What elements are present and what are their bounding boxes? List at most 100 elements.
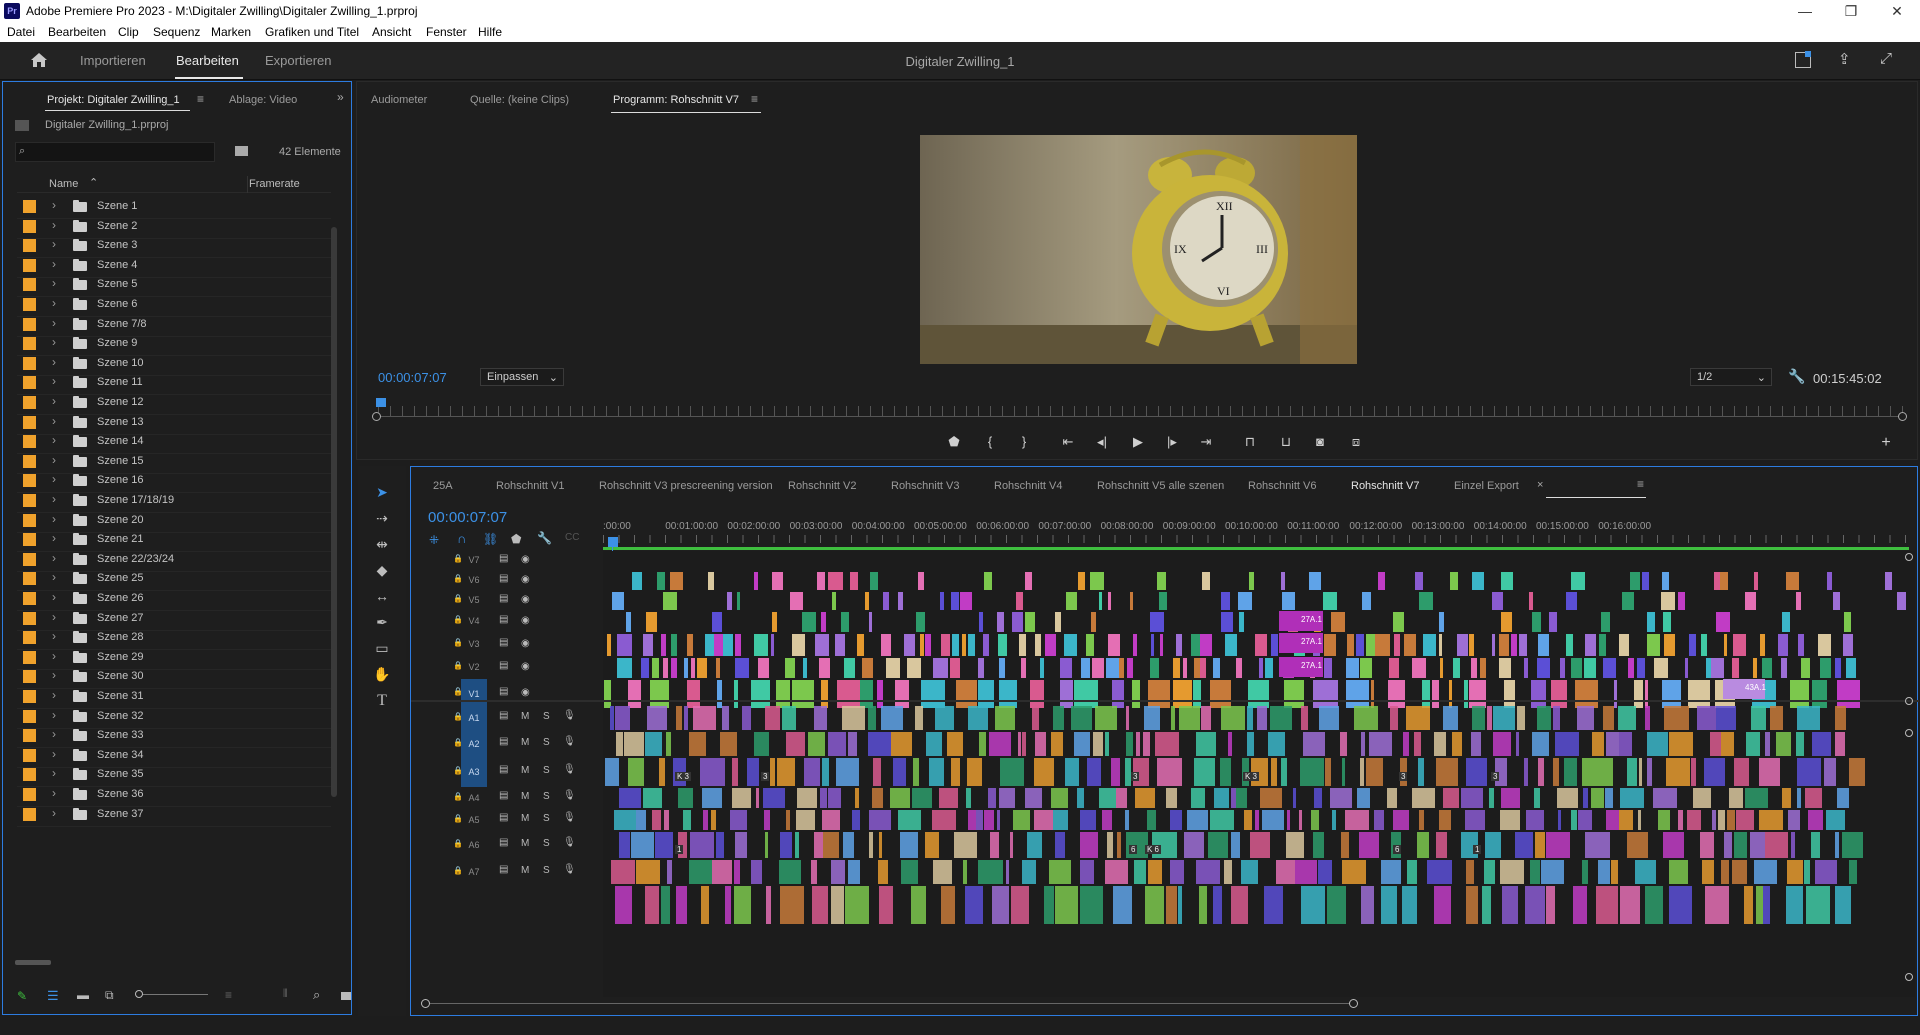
clip[interactable] bbox=[1178, 706, 1201, 730]
clip[interactable] bbox=[649, 680, 669, 708]
clip[interactable] bbox=[1701, 860, 1714, 884]
clip[interactable] bbox=[1536, 706, 1551, 730]
clip[interactable] bbox=[813, 706, 827, 730]
clip[interactable] bbox=[701, 886, 709, 924]
clip[interactable] bbox=[1438, 634, 1442, 656]
label-color-swatch[interactable] bbox=[23, 670, 36, 684]
clip[interactable] bbox=[1236, 788, 1248, 808]
chevron-right-icon[interactable]: › bbox=[52, 610, 56, 624]
clip[interactable] bbox=[1464, 810, 1486, 830]
clip[interactable] bbox=[932, 810, 956, 830]
clip[interactable] bbox=[1231, 788, 1236, 808]
clip[interactable] bbox=[1034, 758, 1055, 786]
clip[interactable] bbox=[1055, 832, 1065, 858]
clip[interactable] bbox=[1209, 810, 1234, 830]
clip[interactable] bbox=[1835, 886, 1852, 924]
clip[interactable] bbox=[827, 788, 841, 808]
search-input[interactable]: ⌕ bbox=[15, 142, 215, 162]
clip[interactable] bbox=[1545, 832, 1571, 858]
track-select-tool-icon[interactable]: ⇢ bbox=[372, 510, 392, 530]
clip[interactable] bbox=[1533, 788, 1541, 808]
clip[interactable] bbox=[719, 732, 738, 756]
clip[interactable] bbox=[1570, 572, 1585, 590]
clip[interactable] bbox=[1597, 860, 1611, 884]
clip[interactable] bbox=[999, 788, 1016, 808]
chevron-right-icon[interactable]: › bbox=[52, 374, 56, 388]
clip[interactable] bbox=[1553, 706, 1561, 730]
film-track-icon[interactable]: ▤ bbox=[499, 864, 508, 875]
clip[interactable] bbox=[1010, 886, 1030, 924]
clip[interactable] bbox=[984, 810, 995, 830]
clip[interactable] bbox=[675, 886, 688, 924]
clip[interactable] bbox=[878, 886, 894, 924]
clip[interactable] bbox=[618, 788, 641, 808]
clip[interactable] bbox=[1418, 758, 1424, 786]
clip[interactable] bbox=[1212, 658, 1221, 678]
clip[interactable] bbox=[1228, 732, 1232, 756]
clip[interactable] bbox=[631, 832, 654, 858]
clip[interactable] bbox=[865, 592, 870, 610]
clip[interactable] bbox=[1613, 680, 1618, 708]
clip[interactable] bbox=[1451, 732, 1463, 756]
solo-button[interactable]: S bbox=[543, 838, 550, 849]
clip[interactable] bbox=[683, 810, 692, 830]
clip[interactable] bbox=[808, 732, 826, 756]
clip[interactable] bbox=[1834, 706, 1846, 730]
clip[interactable] bbox=[1043, 886, 1055, 924]
clip[interactable] bbox=[835, 634, 846, 656]
chevron-right-icon[interactable]: › bbox=[52, 257, 56, 271]
clip[interactable] bbox=[1314, 788, 1322, 808]
clip[interactable] bbox=[1687, 680, 1711, 708]
clip[interactable] bbox=[614, 706, 631, 730]
clip[interactable] bbox=[1488, 788, 1495, 808]
clip[interactable] bbox=[1647, 732, 1669, 756]
zoom-bar-end-handle[interactable] bbox=[1898, 412, 1907, 421]
clip[interactable] bbox=[1510, 634, 1517, 656]
clip[interactable] bbox=[1603, 658, 1617, 678]
clip[interactable] bbox=[1299, 758, 1325, 786]
clip[interactable] bbox=[924, 832, 940, 858]
film-track-icon[interactable]: ▤ bbox=[499, 660, 508, 671]
chevron-right-icon[interactable]: › bbox=[52, 688, 56, 702]
clip[interactable] bbox=[1059, 658, 1073, 678]
clip[interactable] bbox=[1704, 886, 1730, 924]
clip[interactable] bbox=[1074, 680, 1098, 708]
eye-icon[interactable]: ◉ bbox=[521, 661, 530, 672]
audio-zoom-handle-bottom[interactable] bbox=[1905, 973, 1913, 981]
clip[interactable] bbox=[1250, 832, 1271, 858]
label-color-swatch[interactable] bbox=[23, 533, 36, 547]
clip[interactable] bbox=[1213, 788, 1230, 808]
clip[interactable] bbox=[1796, 758, 1821, 786]
clip[interactable] bbox=[1733, 758, 1750, 786]
clip[interactable] bbox=[1076, 788, 1085, 808]
clip[interactable] bbox=[1341, 758, 1346, 786]
clip[interactable] bbox=[962, 860, 967, 884]
comparison-view-icon[interactable]: ⧈ bbox=[1346, 434, 1366, 450]
clip[interactable] bbox=[1733, 634, 1746, 656]
linked-selection-icon[interactable]: ⛓ bbox=[483, 532, 498, 546]
clip[interactable] bbox=[836, 758, 860, 786]
clip[interactable] bbox=[1357, 788, 1370, 808]
clip[interactable] bbox=[1619, 634, 1630, 656]
clip[interactable] bbox=[977, 680, 995, 708]
clip[interactable] bbox=[713, 634, 723, 656]
chevron-right-icon[interactable]: › bbox=[52, 198, 56, 212]
clip[interactable] bbox=[843, 832, 855, 858]
clip[interactable] bbox=[1423, 634, 1437, 656]
chevron-right-icon[interactable]: › bbox=[52, 727, 56, 741]
clip[interactable] bbox=[897, 810, 922, 830]
track-name[interactable]: V2 bbox=[461, 662, 487, 672]
clip[interactable] bbox=[1832, 592, 1840, 610]
clip[interactable] bbox=[615, 886, 633, 924]
clip[interactable] bbox=[1439, 612, 1444, 632]
clip[interactable] bbox=[1498, 658, 1512, 678]
clip[interactable] bbox=[1785, 572, 1799, 590]
clip[interactable] bbox=[1750, 832, 1765, 858]
clip[interactable] bbox=[1661, 592, 1675, 610]
time-ruler[interactable]: :00:00 00:01:00:00 00:02:00:00 00:03:00:00 0… bbox=[603, 517, 1917, 547]
clip[interactable] bbox=[1022, 860, 1036, 884]
clip[interactable] bbox=[815, 634, 830, 656]
clip[interactable] bbox=[854, 788, 859, 808]
mute-button[interactable]: M bbox=[521, 813, 529, 824]
clip[interactable] bbox=[1637, 810, 1641, 830]
